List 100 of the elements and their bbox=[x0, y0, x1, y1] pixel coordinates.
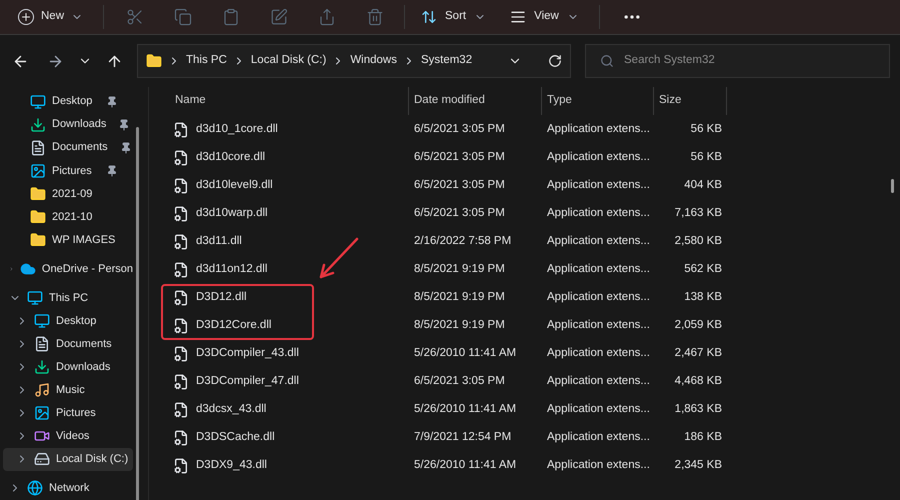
date-cell-text: 8/5/2021 9:19 PM bbox=[413, 262, 506, 278]
file-name: D3DX9_43.dll bbox=[196, 458, 267, 474]
size-cell-text: 7,163 KB bbox=[674, 206, 722, 222]
scrollbar[interactable] bbox=[136, 127, 139, 500]
document-icon bbox=[34, 336, 50, 352]
file-row[interactable]: d3d10level9.dll 6/5/2021 3:05 PM Application extens... 404 KB bbox=[159, 172, 900, 200]
file-name: D3D12Core.dll bbox=[196, 318, 272, 334]
file-row[interactable]: D3D12.dll 8/5/2021 9:19 PM Application extens... 138 KB bbox=[159, 284, 900, 312]
music-icon bbox=[34, 382, 50, 398]
file-name: d3d10warp.dll bbox=[196, 206, 268, 222]
file-row[interactable]: D3D12Core.dll 8/5/2021 9:19 PM Application extens... 2,059 KB bbox=[159, 312, 900, 340]
search-input[interactable]: Search System32 bbox=[624, 52, 889, 70]
sidebar-item[interactable]: 2021-09 bbox=[0, 182, 136, 206]
date-cell-text: 6/5/2021 3:05 PM bbox=[413, 178, 506, 194]
sidebar-item[interactable]: This PC bbox=[3, 286, 133, 310]
file-name: d3dcsx_43.dll bbox=[196, 402, 266, 418]
file-row[interactable]: D3DSCache.dll 7/9/2021 12:54 PM Application extens... 186 KB bbox=[159, 424, 900, 452]
view-button[interactable]: View bbox=[496, 8, 593, 26]
type-cell-text: Application extens... bbox=[546, 290, 651, 306]
column-header[interactable]: Date modified bbox=[414, 92, 485, 110]
column-header[interactable]: Size bbox=[659, 92, 682, 110]
type-cell-text: Application extens... bbox=[546, 318, 651, 334]
file-row[interactable]: d3d10warp.dll 6/5/2021 3:05 PM Application extens... 7,163 KB bbox=[159, 200, 900, 228]
file-icon bbox=[173, 402, 189, 418]
file-row[interactable]: d3d10core.dll 6/5/2021 3:05 PM Application extens... 56 KB bbox=[159, 144, 900, 172]
sidebar-item[interactable]: Pictures bbox=[0, 159, 136, 182]
new-button[interactable]: New bbox=[18, 8, 96, 26]
file-row[interactable]: d3d11.dll 2/16/2022 7:58 PM Application extens... 2,580 KB bbox=[159, 228, 900, 256]
sidebar-label: Pictures bbox=[56, 406, 96, 422]
sidebar-item[interactable]: Desktop bbox=[3, 309, 133, 333]
sidebar-item[interactable]: 2021-10 bbox=[0, 205, 136, 228]
date-cell-text: 6/5/2021 3:05 PM bbox=[413, 150, 506, 166]
column-header[interactable]: Name bbox=[175, 92, 206, 110]
sidebar-item[interactable]: Pictures bbox=[3, 402, 133, 425]
sidebar-item[interactable]: Documents bbox=[0, 136, 136, 160]
size-cell-text: 56 KB bbox=[690, 150, 722, 166]
sidebar-item[interactable]: Documents bbox=[3, 332, 133, 356]
sidebar-item[interactable]: Videos bbox=[3, 424, 133, 448]
sidebar-item[interactable]: WP IMAGES bbox=[0, 228, 136, 252]
document-icon bbox=[30, 140, 46, 156]
file-row[interactable]: D3DCompiler_43.dll 5/26/2010 11:41 AM Application extens... 2,467 KB bbox=[159, 340, 900, 368]
delete-icon[interactable] bbox=[366, 8, 384, 26]
size-cell-text: 1,863 KB bbox=[674, 402, 722, 418]
file-row[interactable]: D3DX9_43.dll 5/26/2010 11:41 AM Application extens... 2,345 KB bbox=[159, 452, 900, 480]
sidebar-item[interactable]: Downloads bbox=[3, 356, 133, 379]
copy-icon[interactable] bbox=[174, 8, 192, 26]
sidebar-item[interactable]: Local Disk (C:) bbox=[3, 448, 133, 472]
sidebar-item[interactable]: Downloads bbox=[0, 113, 136, 136]
file-icon bbox=[173, 122, 189, 138]
refresh-icon[interactable] bbox=[548, 54, 562, 68]
column-header[interactable]: Type bbox=[547, 92, 572, 110]
file-name: d3d11on12.dll bbox=[196, 262, 268, 278]
type-cell-text: Application extens... bbox=[546, 346, 651, 362]
address-bar[interactable]: This PC Local Disk (C:) Windows System32 bbox=[137, 44, 571, 78]
breadcrumb[interactable]: This PC bbox=[186, 52, 227, 70]
share-icon[interactable] bbox=[318, 8, 336, 26]
monitor-icon bbox=[27, 290, 43, 306]
sort-button[interactable]: Sort bbox=[411, 8, 496, 26]
rename-icon[interactable] bbox=[270, 8, 288, 26]
date-cell-text: 5/26/2010 11:41 AM bbox=[413, 346, 518, 362]
plus-icon bbox=[18, 9, 34, 25]
sidebar-label: 2021-10 bbox=[52, 210, 92, 225]
sidebar-item[interactable]: OneDrive - Person bbox=[3, 257, 133, 281]
file-row[interactable]: D3DCompiler_47.dll 6/5/2021 3:05 PM Application extens... 4,468 KB bbox=[159, 368, 900, 396]
file-name: D3DCompiler_47.dll bbox=[196, 374, 299, 390]
file-icon bbox=[173, 178, 189, 194]
sidebar-item[interactable]: Network bbox=[3, 476, 133, 500]
folder-icon bbox=[146, 53, 162, 69]
file-name: d3d10level9.dll bbox=[196, 178, 273, 194]
size-cell-text: 56 KB bbox=[690, 122, 722, 138]
breadcrumb[interactable]: System32 bbox=[420, 52, 472, 70]
file-row[interactable]: d3d11on12.dll 8/5/2021 9:19 PM Application extens... 562 KB bbox=[159, 256, 900, 284]
file-row[interactable]: d3d10_1core.dll 6/5/2021 3:05 PM Application extens... 56 KB bbox=[159, 116, 900, 144]
cut-icon[interactable] bbox=[126, 8, 144, 26]
type-cell-text: Application extens... bbox=[546, 178, 651, 194]
size-cell-text: 2,059 KB bbox=[674, 318, 722, 334]
file-name: d3d11.dll bbox=[196, 234, 242, 250]
type-cell-text: Application extens... bbox=[546, 430, 651, 446]
date-cell-text: 8/5/2021 9:19 PM bbox=[413, 290, 506, 306]
size-cell-text: 186 KB bbox=[683, 430, 722, 446]
sort-icon bbox=[421, 9, 438, 25]
file-row[interactable]: d3dcsx_43.dll 5/26/2010 11:41 AM Application extens... 1,863 KB bbox=[159, 396, 900, 424]
pointer-arrow bbox=[317, 237, 359, 281]
breadcrumb[interactable]: Local Disk (C:) bbox=[250, 52, 326, 70]
size-cell-text: 2,467 KB bbox=[674, 346, 722, 362]
scrollbar-thumb[interactable] bbox=[891, 179, 894, 193]
sidebar-item[interactable]: Desktop bbox=[0, 90, 136, 114]
sidebar-label: Videos bbox=[56, 429, 90, 444]
type-cell-text: Application extens... bbox=[546, 402, 651, 418]
search-icon bbox=[600, 54, 614, 68]
date-cell-text: 6/5/2021 3:05 PM bbox=[413, 206, 506, 222]
paste-icon[interactable] bbox=[222, 8, 240, 26]
search-field[interactable]: Search System32 bbox=[585, 44, 890, 78]
sidebar-item[interactable]: Music bbox=[3, 378, 133, 402]
desktop-icon bbox=[30, 94, 46, 110]
size-cell-text: 2,580 KB bbox=[674, 234, 722, 250]
file-icon bbox=[173, 262, 189, 278]
breadcrumb[interactable]: Windows bbox=[350, 52, 397, 70]
sidebar-label: Music bbox=[56, 383, 85, 398]
folder-icon bbox=[30, 208, 46, 225]
